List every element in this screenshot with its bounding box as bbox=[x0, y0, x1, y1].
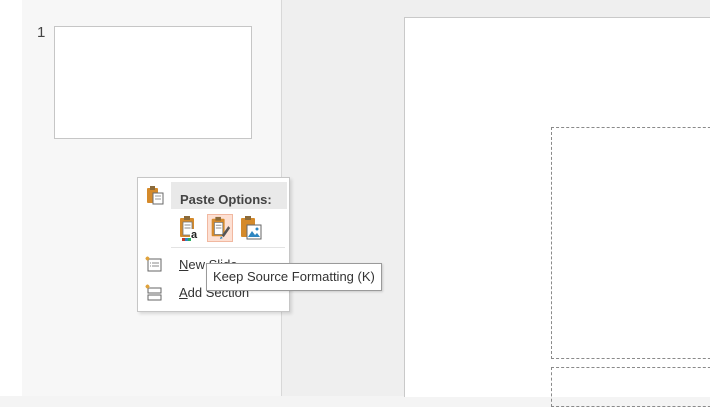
menu-separator bbox=[171, 247, 285, 248]
context-menu: Paste Options: a New Add Section bbox=[137, 177, 290, 312]
paste-option-use-destination-theme[interactable]: a bbox=[176, 214, 202, 242]
paste-keep-source-formatting-icon bbox=[211, 216, 231, 240]
slide-number: 1 bbox=[37, 24, 46, 41]
paste-use-destination-theme-icon: a bbox=[180, 216, 199, 241]
tooltip: Keep Source Formatting (K) bbox=[206, 263, 382, 291]
subtitle-placeholder[interactable] bbox=[551, 367, 710, 407]
paste-options-header: Paste Options: bbox=[171, 182, 287, 209]
clipboard-icon bbox=[147, 186, 164, 205]
new-slide-icon bbox=[145, 256, 162, 272]
paste-option-picture[interactable] bbox=[238, 214, 264, 242]
paste-option-keep-source-formatting[interactable] bbox=[207, 214, 233, 242]
slide-thumbnail[interactable] bbox=[54, 26, 252, 139]
window-edge bbox=[0, 0, 22, 396]
paste-picture-icon bbox=[241, 216, 262, 240]
svg-text:a: a bbox=[191, 229, 198, 241]
paste-options-label: Paste Options: bbox=[180, 192, 272, 207]
add-section-icon bbox=[145, 284, 162, 301]
title-placeholder[interactable] bbox=[551, 127, 710, 359]
